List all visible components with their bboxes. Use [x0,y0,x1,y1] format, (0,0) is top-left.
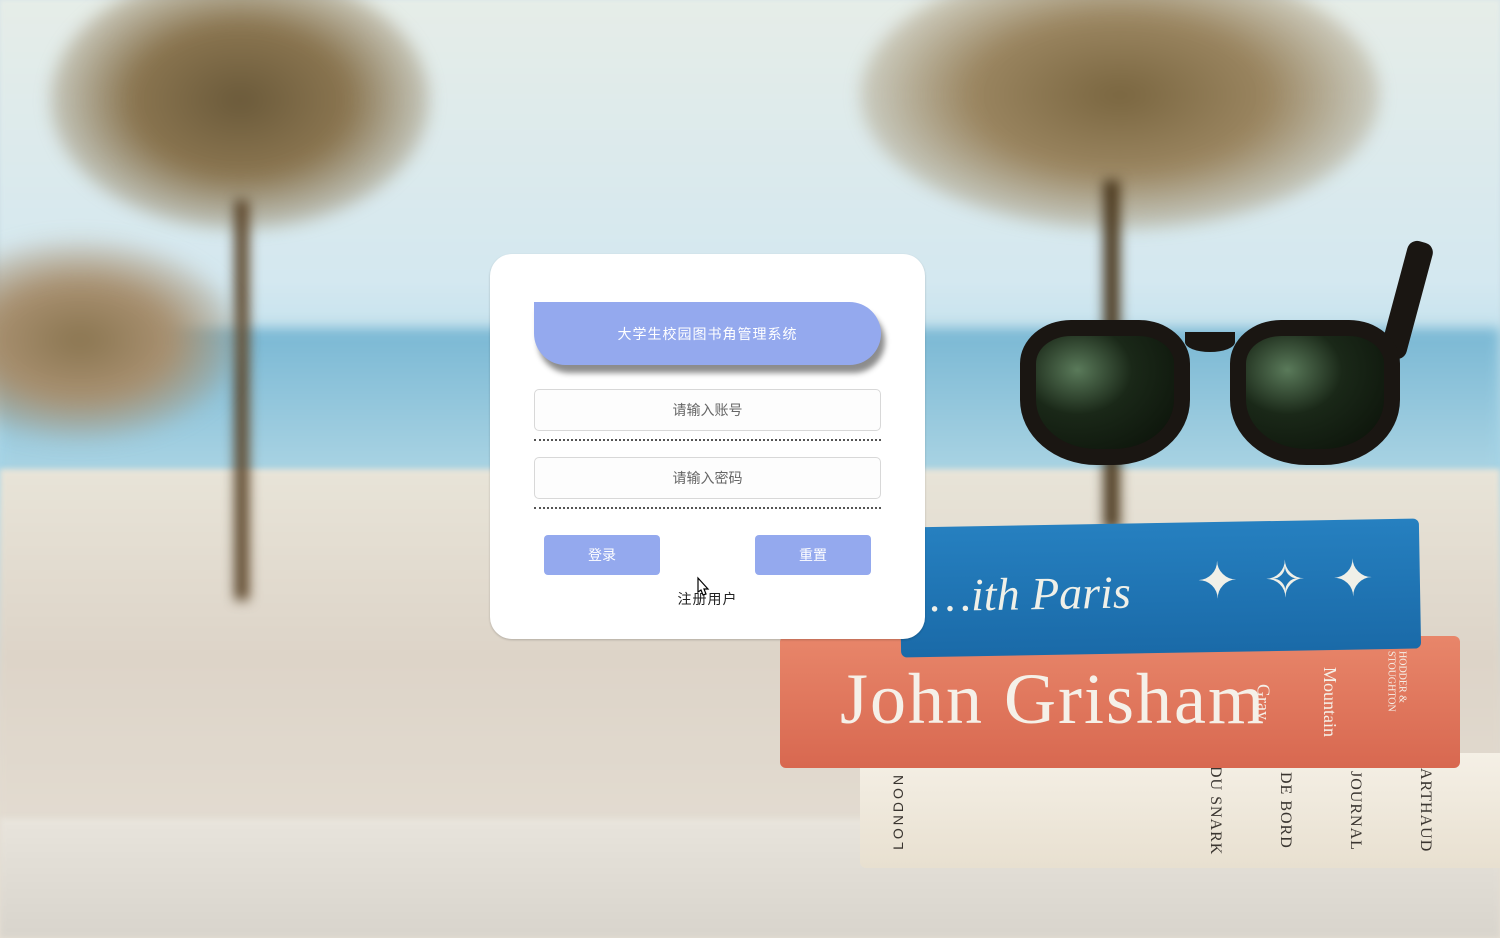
login-button[interactable]: 登录 [544,535,660,575]
bg-sunglasses [1020,300,1400,480]
username-input[interactable] [534,389,881,431]
bg-book-3-text-c: JOURNAL [1346,771,1364,851]
password-input[interactable] [534,457,881,499]
bg-book-2-side-b: Mountain [1319,667,1340,737]
bg-book-3-text-d: ARTHAUD [1416,768,1434,852]
reset-button[interactable]: 重置 [755,535,871,575]
bg-book-1: ✦ ✧ ✦ [899,518,1421,657]
app-title: 大学生校园图书角管理系统 [618,324,798,344]
bg-umbrella-1-pole [235,200,249,600]
bg-book-3-text-a: DU SNARK [1206,766,1224,855]
bg-book-1-deco: ✦ ✧ ✦ [1196,549,1380,610]
bg-book-3: LONDON DU SNARK DE BORD JOURNAL ARTHAUD [860,753,1500,868]
login-card: 大学生校园图书角管理系统 登录 重置 注册用户 [490,254,925,639]
title-banner: 大学生校园图书角管理系统 [534,302,881,365]
bg-book-2-side-a: Gray [1253,684,1274,720]
register-link[interactable]: 注册用户 [678,589,738,609]
bg-book-2-side-c: HODDER & STOUGHTON [1385,651,1407,753]
button-row: 登录 重置 [534,535,881,575]
bg-book-3-text-b: DE BORD [1276,772,1294,849]
bg-book-2: Gray Mountain HODDER & STOUGHTON [780,636,1460,768]
bg-book-3-london: LONDON [890,772,906,850]
username-row [534,389,881,441]
password-row [534,457,881,509]
